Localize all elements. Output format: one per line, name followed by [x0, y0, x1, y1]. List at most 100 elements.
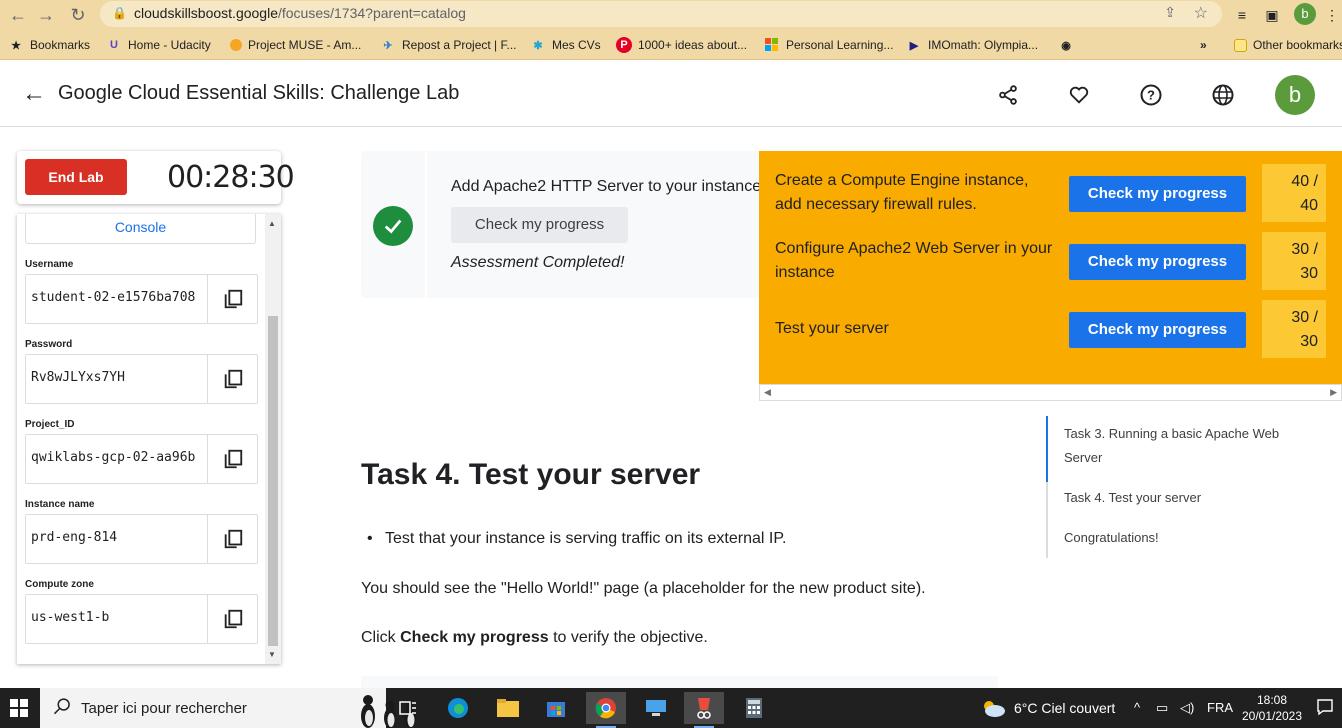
address-bar[interactable]: 🔒 cloudskillsboost.google/focuses/1734?p…	[100, 1, 1222, 27]
check-progress-button[interactable]: Check my progress	[1069, 176, 1246, 212]
store-icon[interactable]	[536, 692, 576, 724]
scroll-left-icon[interactable]: ◀	[764, 387, 771, 398]
toc-active-indicator	[1046, 416, 1048, 482]
bookmark-item[interactable]: Project MUSE - Am...	[230, 36, 361, 54]
reading-list-icon[interactable]: ≡	[1232, 5, 1252, 25]
bookmark-item[interactable]: Personal Learning...	[764, 36, 893, 54]
score-badge: 40 /40	[1262, 164, 1326, 222]
taskbar-search-input[interactable]: Taper ici pour rechercher	[40, 688, 416, 728]
project-id-field[interactable]: qwiklabs-gcp-02-aa96b	[25, 434, 258, 484]
volume-icon[interactable]: ◁)	[1180, 700, 1194, 716]
scroll-thumb[interactable]	[268, 316, 278, 646]
scroll-up-icon[interactable]: ▲	[268, 219, 276, 228]
share-icon[interactable]	[995, 82, 1021, 108]
compute-zone-value[interactable]: us-west1-b	[31, 610, 201, 625]
password-field[interactable]: Rv8wJLYxs7YH	[25, 354, 258, 404]
menu-icon[interactable]: ⋮	[1322, 5, 1342, 25]
password-value[interactable]: Rv8wJLYxs7YH	[31, 370, 201, 385]
globe-icon: ◉	[1061, 39, 1071, 52]
tray-chevron-icon[interactable]: ^	[1134, 700, 1140, 715]
instance-name-field[interactable]: prd-eng-814	[25, 514, 258, 564]
completed-task-card: Add Apache2 HTTP Server to your instance…	[361, 151, 761, 298]
network-icon[interactable]: ▭	[1156, 700, 1168, 716]
instance-name-value[interactable]: prd-eng-814	[31, 530, 201, 545]
scroll-down-icon[interactable]: ▼	[268, 650, 276, 659]
bookmark-item[interactable]: ★ Bookmarks	[8, 36, 90, 54]
toc-item-task3[interactable]: Task 3. Running a basic Apache Web Serve…	[1064, 422, 1294, 470]
bookmark-item[interactable]: U Home - Udacity	[106, 36, 211, 54]
next-task-card	[361, 676, 998, 688]
copy-icon[interactable]	[207, 435, 257, 483]
help-icon[interactable]: ?	[1138, 82, 1164, 108]
notification-icon[interactable]	[1316, 698, 1334, 716]
progress-checker-panel: Create a Compute Engine instance, add ne…	[759, 151, 1342, 384]
task-card-title: Add Apache2 HTTP Server to your instance	[451, 178, 762, 195]
star-icon: ★	[11, 39, 21, 52]
toc-item-task4[interactable]: Task 4. Test your server	[1064, 486, 1294, 510]
check-progress-button[interactable]: Check my progress	[1069, 312, 1246, 348]
bookmark-item[interactable]: ✱ Mes CVs	[530, 36, 600, 54]
bookmark-item[interactable]: ✈ Repost a Project | F...	[380, 36, 516, 54]
end-lab-button[interactable]: End Lab	[25, 159, 127, 195]
copy-icon[interactable]	[207, 515, 257, 563]
copy-icon[interactable]	[207, 275, 257, 323]
task-heading: Task 4. Test your server	[361, 458, 701, 491]
profile-avatar[interactable]: b	[1294, 3, 1316, 25]
lock-icon: 🔒	[112, 6, 127, 20]
password-label: Password	[25, 339, 73, 350]
weather-widget[interactable]: 6°C Ciel couvert	[980, 698, 1115, 718]
snipping-tool-icon[interactable]	[684, 692, 724, 728]
task-bullet: Test that your instance is serving traff…	[367, 530, 786, 548]
bookmarks-bar: ★ Bookmarks U Home - Udacity Project MUSE …	[0, 30, 1342, 60]
system-clock[interactable]: 18:08 20/01/2023	[1240, 692, 1304, 724]
udacity-icon: U	[110, 39, 118, 51]
share-page-icon[interactable]: ⇪	[1164, 4, 1176, 21]
toc-item-congratulations[interactable]: Congratulations!	[1064, 526, 1294, 550]
project-id-value[interactable]: qwiklabs-gcp-02-aa96b	[31, 450, 201, 465]
bookmark-star-icon[interactable]: ☆	[1194, 3, 1208, 23]
globe-bookmark[interactable]: ◉	[1058, 36, 1074, 54]
scroll-right-icon[interactable]: ▶	[1330, 387, 1337, 398]
task-view-icon[interactable]	[388, 692, 428, 724]
microsoft-icon	[764, 37, 780, 53]
copy-icon[interactable]	[207, 355, 257, 403]
progress-panel-scrollbar[interactable]: ◀ ▶	[759, 384, 1342, 401]
reload-icon[interactable]: ↻	[66, 3, 90, 27]
remote-desktop-icon[interactable]	[636, 692, 676, 724]
user-avatar[interactable]: b	[1275, 75, 1315, 115]
cloudy-weather-icon	[984, 701, 1005, 717]
username-value[interactable]: student-02-e1576ba708	[31, 290, 201, 305]
chrome-icon[interactable]	[586, 692, 626, 728]
svg-text:?: ?	[1147, 88, 1155, 103]
folder-icon	[1234, 38, 1247, 52]
bookmark-item[interactable]: ▶ IMOmath: Olympia...	[906, 36, 1038, 54]
windows-start-icon[interactable]	[10, 699, 28, 717]
project-id-label: Project_ID	[25, 419, 75, 430]
username-field[interactable]: student-02-e1576ba708	[25, 274, 258, 324]
open-console-button[interactable]: Console	[25, 214, 256, 244]
language-globe-icon[interactable]	[1210, 82, 1236, 108]
favorite-heart-icon[interactable]	[1066, 82, 1092, 108]
copy-icon[interactable]	[207, 595, 257, 643]
other-bookmarks[interactable]: Other bookmarks	[1234, 36, 1342, 54]
compute-zone-field[interactable]: us-west1-b	[25, 594, 258, 644]
table-of-contents: Task 3. Running a basic Apache Web Serve…	[1046, 416, 1296, 558]
bookmark-item[interactable]: P 1000+ ideas about...	[616, 36, 747, 54]
forward-icon[interactable]: →	[34, 3, 58, 27]
file-explorer-icon[interactable]	[488, 692, 528, 724]
assessment-status: Assessment Completed!	[451, 254, 625, 271]
page-title: Google Cloud Essential Skills: Challenge…	[58, 82, 460, 104]
credentials-scrollbar[interactable]: ▲ ▼	[265, 214, 281, 664]
back-arrow-icon[interactable]: ←	[22, 81, 46, 107]
sidepanel-icon[interactable]: ▣	[1262, 5, 1282, 25]
bookmarks-overflow[interactable]: »	[1200, 36, 1207, 54]
check-progress-button[interactable]: Check my progress	[1069, 244, 1246, 280]
language-indicator[interactable]: FRA	[1207, 700, 1233, 715]
imomath-icon: ▶	[909, 39, 919, 52]
instance-name-label: Instance name	[25, 499, 95, 510]
back-icon[interactable]: ←	[6, 3, 30, 27]
check-progress-button-disabled[interactable]: Check my progress	[451, 207, 628, 243]
calculator-icon[interactable]	[734, 692, 774, 724]
lab-timer-card: End Lab 00:28:30	[17, 151, 295, 204]
edge-browser-icon[interactable]	[438, 692, 478, 724]
